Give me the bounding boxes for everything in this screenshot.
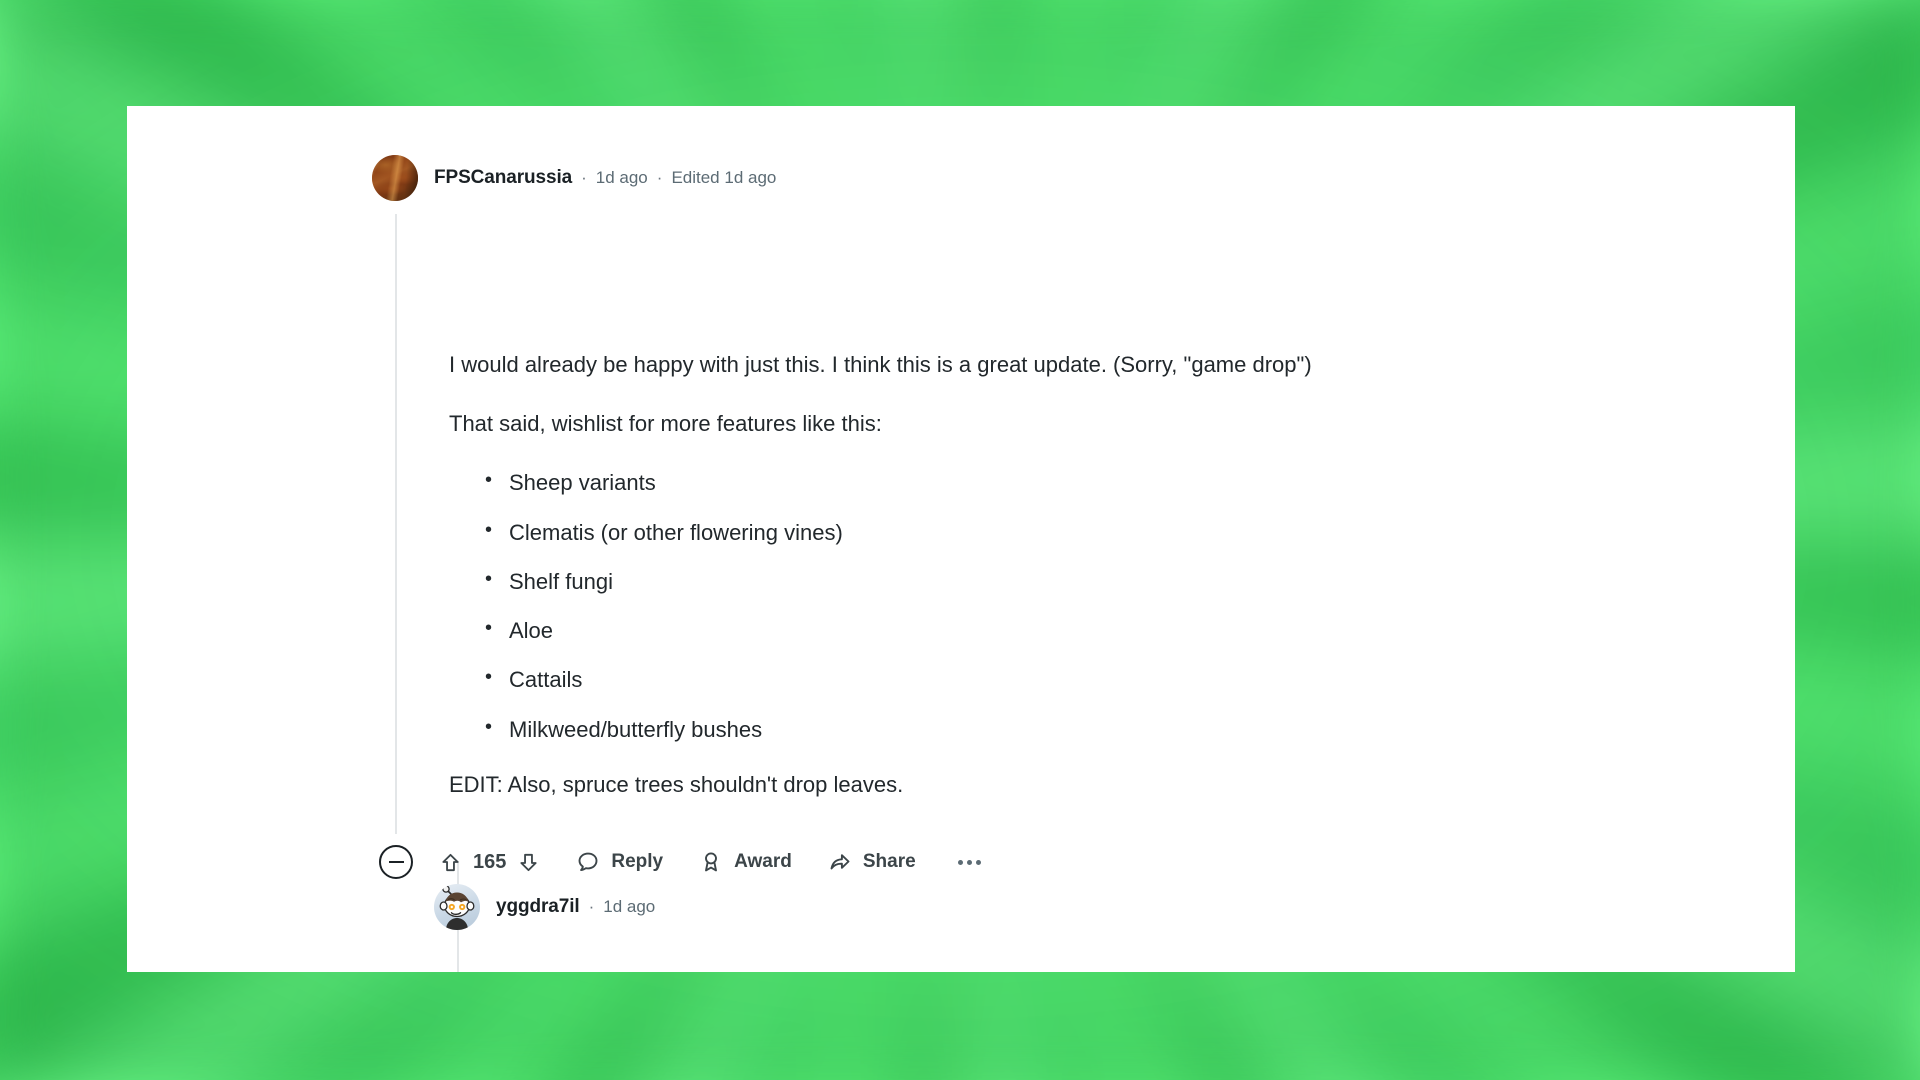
comment-header: FPSCanarussia · 1d ago · Edited 1d ago — [372, 155, 1752, 201]
meta-separator-1: · — [588, 897, 595, 916]
list-item: Sheep variants — [485, 466, 1769, 498]
dot-icon — [975, 859, 981, 865]
meta-separator-1: · — [581, 168, 587, 187]
collapse-thread-button[interactable] — [379, 845, 413, 879]
comment-body: I would already be happy with just this.… — [449, 349, 1769, 800]
reply-timestamp: 1d ago — [603, 897, 656, 916]
downvote-button[interactable] — [517, 851, 540, 874]
award-medal-icon — [705, 852, 718, 872]
avatar[interactable] — [372, 155, 418, 201]
award-label: Award — [734, 851, 792, 872]
reply-author-username[interactable]: yggdra7il — [496, 896, 580, 918]
list-item: Aloe — [485, 614, 1769, 646]
list-item: Clematis (or other flowering vines) — [485, 516, 1769, 548]
share-label: Share — [862, 851, 916, 872]
list-item: Shelf fungi — [485, 565, 1769, 597]
share-arrow-icon — [830, 854, 850, 870]
comment-action-bar: 165 Reply Award Share — [379, 842, 985, 882]
comment-edit-note: EDIT: Also, spruce trees shouldn't drop … — [449, 771, 904, 797]
wishlist: Sheep variants Clematis (or other flower… — [449, 466, 1769, 745]
avatar[interactable] — [434, 884, 480, 930]
minus-icon — [388, 861, 404, 863]
share-button[interactable]: Share — [828, 850, 916, 874]
comment-thread-root: FPSCanarussia · 1d ago · Edited 1d ago — [372, 155, 1752, 201]
downvote-arrow-icon — [520, 853, 537, 871]
reply-button[interactable]: Reply — [576, 850, 663, 874]
comment-paragraph-1: I would already be happy with just this.… — [449, 352, 1312, 377]
comment-card: FPSCanarussia · 1d ago · Edited 1d ago I… — [127, 106, 1795, 972]
comment-edited-label: Edited 1d ago — [671, 168, 777, 187]
upvote-arrow-icon — [442, 853, 459, 871]
reply-label: Reply — [611, 851, 664, 872]
comment-timestamp: 1d ago — [595, 168, 648, 187]
vote-count: 165 — [473, 850, 507, 873]
vote-group: 165 — [439, 851, 540, 874]
reply-header: yggdra7il · 1d ago — [434, 884, 655, 930]
comment-author-username[interactable]: FPSCanarussia — [434, 167, 572, 189]
upvote-button[interactable] — [439, 851, 462, 874]
comment-paragraph-2: That said, wishlist for more features li… — [449, 411, 882, 437]
snoo-alien-icon — [439, 885, 475, 930]
award-button[interactable]: Award — [699, 850, 792, 874]
dot-icon — [957, 859, 963, 865]
more-options-button[interactable] — [954, 854, 985, 871]
list-item: Milkweed/butterfly bushes — [485, 713, 1769, 745]
speech-bubble-icon — [578, 852, 598, 872]
meta-separator-2: · — [656, 168, 663, 187]
list-item: Cattails — [485, 663, 1769, 695]
dot-icon — [966, 859, 972, 865]
thread-line-main[interactable] — [395, 214, 397, 834]
